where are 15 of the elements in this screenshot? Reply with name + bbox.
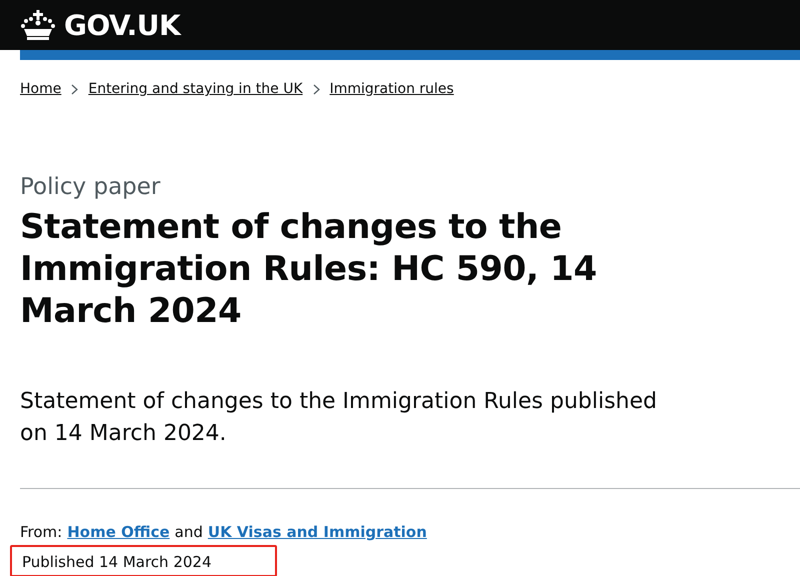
breadcrumb-link[interactable]: Immigration rules	[330, 81, 454, 97]
conjunction-text: and	[174, 523, 203, 541]
breadcrumb-link[interactable]: Entering and staying in the UK	[88, 81, 303, 97]
site-logo[interactable]: GOV.UK	[64, 8, 180, 42]
page-summary: Statement of changes to the Immigration Rules published on 14 March 2024.	[20, 388, 658, 448]
organisation-link[interactable]: Home Office	[67, 523, 170, 541]
organisation-link[interactable]: UK Visas and Immigration	[208, 523, 427, 541]
breadcrumb-link[interactable]: Home	[20, 81, 62, 97]
from-label: From:	[20, 523, 62, 541]
chevron-icon	[312, 84, 320, 94]
page-caption: Policy paper	[20, 174, 162, 200]
chevron-icon	[71, 84, 78, 94]
crown-icon	[20, 9, 56, 41]
published-date: Published 14 March 2024	[10, 545, 277, 576]
page-title: Statement of changes to the Immigration Rules: HC 590, 14 March 2024	[20, 206, 598, 332]
